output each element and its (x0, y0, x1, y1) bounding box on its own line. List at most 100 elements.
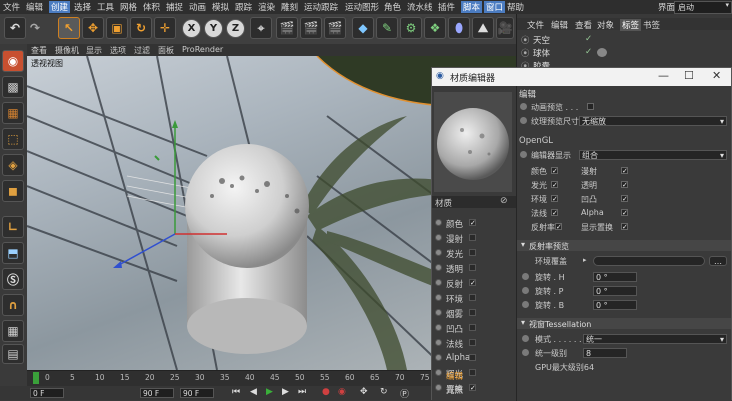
reflect-preview-section[interactable]: ▾ 反射率预览 (517, 240, 731, 251)
close-icon[interactable]: ✕ (712, 69, 721, 82)
interface-select[interactable]: 启动 ▾ (674, 1, 732, 14)
object-row-sky[interactable]: ⦿ 天空 ✓ (517, 34, 732, 46)
make-editable-button[interactable]: ◉ (2, 50, 24, 72)
menu-mograph[interactable]: 运动图形 (345, 1, 379, 13)
redo-button[interactable]: ↷ (28, 17, 42, 39)
tex-preview-select[interactable]: 无缩放 ▾ (579, 116, 727, 126)
object-row-sphere[interactable]: ⦿ 球体 ✓ (517, 47, 732, 59)
material-name-row[interactable]: 材质 ⊘ (432, 196, 516, 209)
channel-transparency[interactable]: 透明 (432, 261, 516, 275)
axis-mode-button[interactable]: ∟ (2, 216, 24, 238)
rotate-h-field[interactable]: 0 ° (593, 272, 637, 282)
menu-file[interactable]: 文件 (3, 1, 20, 13)
menu-animate[interactable]: 动画 (189, 1, 206, 13)
viewport-menu-filter[interactable]: 过滤 (134, 45, 150, 56)
render-picture-viewer-button[interactable]: 🎬 (300, 17, 322, 39)
tweak-button[interactable]: ⬒ (2, 242, 24, 264)
viewport-menu-prorender[interactable]: ProRender (182, 45, 223, 54)
channel-checkbox[interactable]: ✓ (469, 279, 476, 287)
opt-checkbox[interactable]: ✓ (551, 167, 558, 175)
channel-normal[interactable]: 法线 (432, 336, 516, 350)
start-frame-field[interactable]: 0 F (30, 388, 64, 398)
viewport-menu-display[interactable]: 显示 (86, 45, 102, 56)
menu-track[interactable]: 跟踪 (235, 1, 252, 13)
x-axis-toggle[interactable]: X (182, 19, 201, 38)
viewport-menu-options[interactable]: 选项 (110, 45, 126, 56)
end-frame-field[interactable]: 90 F (140, 388, 174, 398)
opt-checkbox[interactable]: ✓ (621, 181, 628, 189)
menu-tools[interactable]: 工具 (97, 1, 114, 13)
channel-checkbox[interactable] (469, 309, 476, 316)
keyframe-icon[interactable]: ✥ (360, 387, 368, 397)
channel-checkbox[interactable] (469, 339, 476, 346)
spline-pen-button[interactable]: ✎ (376, 17, 398, 39)
channel-checkbox[interactable] (469, 234, 476, 241)
channel-diffusion[interactable]: 漫射 (432, 231, 516, 245)
menu-sculpt[interactable]: 雕刻 (281, 1, 298, 13)
om-menu-tags[interactable]: 标签 (620, 19, 642, 31)
workplane-button[interactable]: ▦ (2, 320, 24, 342)
channel-checkbox[interactable] (469, 294, 476, 301)
expand-arrow-icon[interactable]: ▸ (583, 256, 587, 264)
edges-mode-button[interactable]: ◈ (2, 154, 24, 176)
tessellation-section[interactable]: ▾ 视窗Tessellation (517, 318, 731, 329)
opt-checkbox[interactable]: ✓ (551, 209, 558, 217)
opt-checkbox[interactable]: ✓ (621, 195, 628, 203)
prev-frame-icon[interactable]: ◀ (250, 387, 257, 397)
om-menu-file[interactable]: 文件 (527, 19, 544, 31)
menu-character[interactable]: 角色 (384, 1, 401, 13)
channel-checkbox[interactable]: ✓ (469, 384, 476, 392)
minimize-icon[interactable]: — (658, 69, 669, 82)
max-frame-field[interactable]: 90 F (180, 388, 214, 398)
transform-tool-button[interactable]: ✛ (154, 17, 176, 39)
channel-environment[interactable]: 环境 (432, 291, 516, 305)
env-cover-browse-button[interactable]: … (709, 256, 727, 266)
om-menu-edit[interactable]: 编辑 (551, 19, 568, 31)
camera-button[interactable]: 🎥 (496, 17, 514, 39)
maximize-icon[interactable]: ☐ (684, 69, 694, 82)
auto-key-icon[interactable]: ◉ (338, 387, 346, 397)
opt-checkbox[interactable]: ✓ (551, 195, 558, 203)
snap-button[interactable]: Ⓢ (2, 268, 24, 290)
coordinate-system-button[interactable]: ⌖ (250, 17, 272, 39)
channel-checkbox[interactable] (469, 369, 476, 376)
z-axis-toggle[interactable]: Z (226, 19, 245, 38)
material-editor-titlebar[interactable]: ◉ 材质编辑器 — ☐ ✕ (432, 68, 731, 86)
channel-color[interactable]: 颜色 ✓ (432, 216, 516, 230)
channel-fog[interactable]: 烟雾 (432, 306, 516, 320)
move-tool-button[interactable]: ✥ (82, 17, 104, 39)
model-mode-button[interactable]: ▦ (2, 102, 24, 124)
material-options-icon[interactable]: ⊘ (500, 196, 508, 206)
undo-button[interactable]: ↶ (4, 17, 26, 39)
viewport-menu-panel[interactable]: 面板 (158, 45, 174, 56)
channel-luminance[interactable]: 发光 (432, 246, 516, 260)
record-icon[interactable]: ● (322, 387, 330, 397)
opt-checkbox[interactable]: ✓ (621, 223, 628, 231)
om-menu-bookmarks[interactable]: 书签 (643, 19, 660, 31)
menu-plugins[interactable]: 插件 (438, 1, 455, 13)
channel-checkbox[interactable] (469, 324, 476, 331)
opt-checkbox[interactable]: ✓ (621, 167, 628, 175)
play-icon[interactable]: ▶ (266, 387, 273, 397)
go-end-icon[interactable]: ⏭ (298, 387, 306, 397)
deformer-button[interactable]: ⬮ (448, 17, 470, 39)
cube-button[interactable]: ◆ (352, 17, 374, 39)
render-settings-button[interactable]: 🎬 (324, 17, 346, 39)
subdivision-button[interactable]: ⚙ (400, 17, 422, 39)
viewport-menu-camera[interactable]: 摄像机 (55, 45, 79, 56)
array-button[interactable]: ❖ (424, 17, 446, 39)
anim-preview-checkbox[interactable] (587, 103, 594, 110)
menu-mesh[interactable]: 网格 (120, 1, 137, 13)
y-axis-toggle[interactable]: Y (204, 19, 223, 38)
rotate-p-field[interactable]: 0 ° (593, 286, 637, 296)
go-start-icon[interactable]: ⏮ (232, 387, 240, 397)
menu-window[interactable]: 窗口 (484, 1, 506, 13)
menu-simulate[interactable]: 模拟 (212, 1, 229, 13)
channel-checkbox[interactable] (469, 264, 476, 271)
menu-snap[interactable]: 捕捉 (166, 1, 183, 13)
om-menu-view[interactable]: 查看 (575, 19, 592, 31)
rotate-b-field[interactable]: 0 ° (593, 300, 637, 310)
scale-tool-button[interactable]: ▣ (106, 17, 128, 39)
menu-create[interactable]: 创建 (49, 1, 71, 13)
channel-checkbox[interactable]: ✓ (469, 219, 476, 227)
